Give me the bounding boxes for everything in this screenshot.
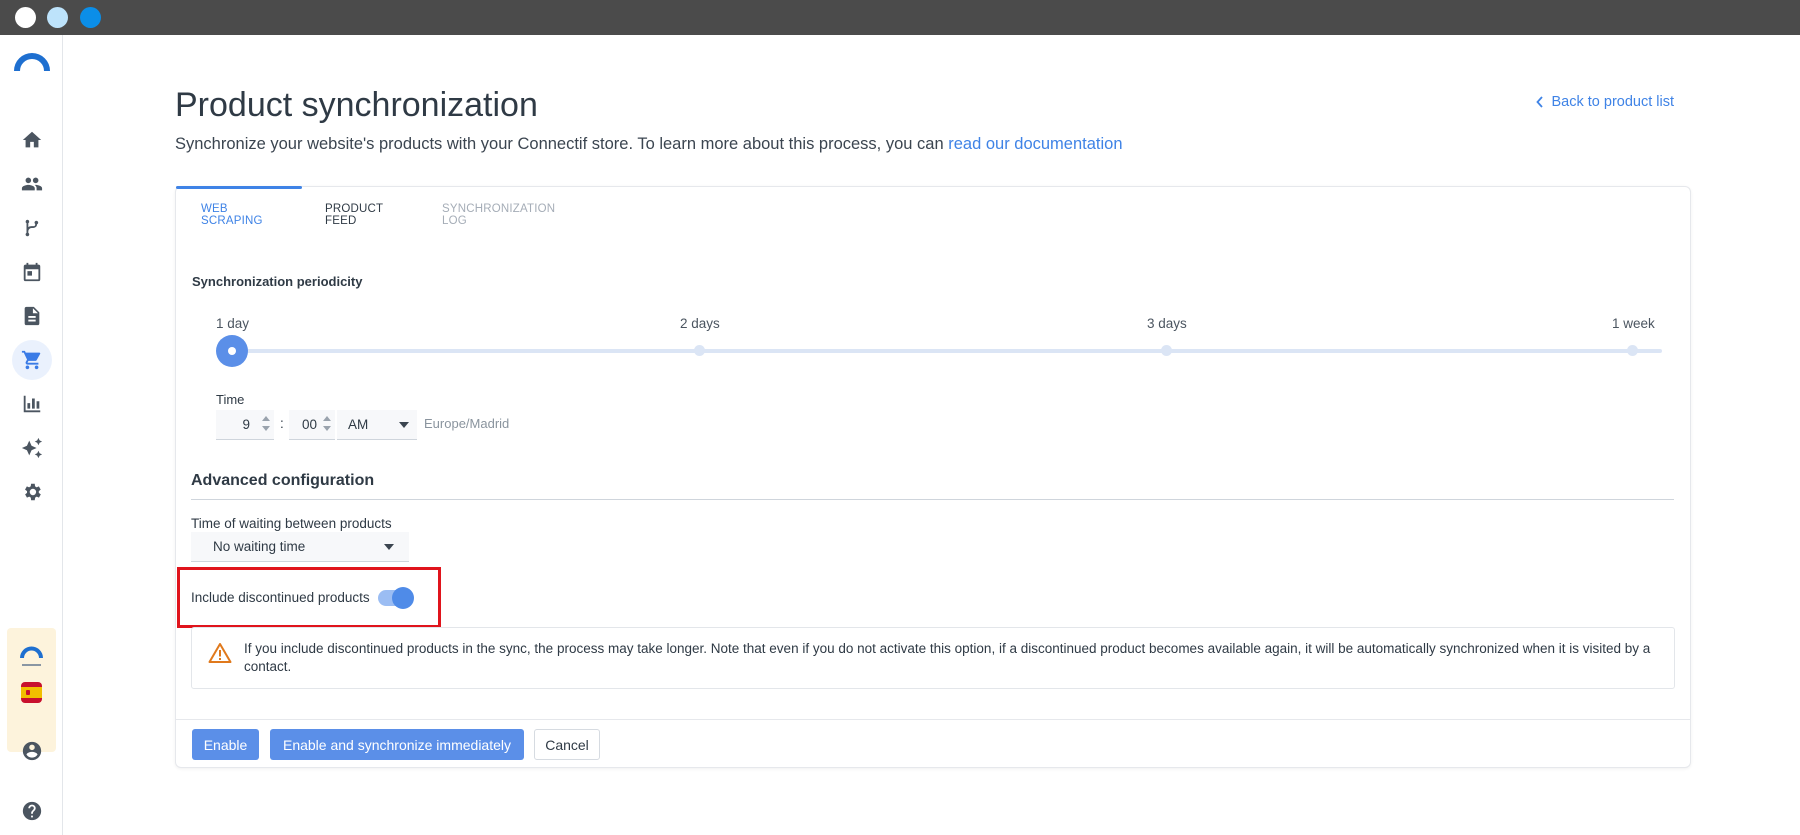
period-option-2-days[interactable]: 2 days <box>680 316 720 331</box>
cart-icon[interactable] <box>12 340 52 380</box>
section-divider <box>191 499 1674 500</box>
period-option-1-week[interactable]: 1 week <box>1612 316 1655 331</box>
periodicity-slider-track[interactable] <box>232 349 1662 353</box>
content-icon[interactable] <box>12 296 52 336</box>
warning-icon <box>208 643 232 663</box>
chevron-left-icon <box>1535 96 1543 108</box>
subtitle-text: Synchronize your website's products with… <box>175 135 949 153</box>
ampm-select[interactable]: AM <box>337 410 417 440</box>
ai-sparkle-icon[interactable] <box>12 428 52 468</box>
connectif-logo[interactable] <box>14 51 50 75</box>
time-label: Time <box>216 392 245 407</box>
hour-value: 9 <box>242 417 250 432</box>
home-icon[interactable] <box>12 120 52 160</box>
page-title: Product synchronization <box>175 86 538 124</box>
active-tab-indicator <box>176 186 302 189</box>
slider-stop[interactable] <box>1161 345 1172 356</box>
period-option-1-day[interactable]: 1 day <box>216 316 249 331</box>
periodicity-slider-thumb[interactable] <box>216 335 248 367</box>
settings-icon[interactable] <box>12 472 52 512</box>
timezone-label: Europe/Madrid <box>424 416 510 431</box>
back-link-label: Back to product list <box>1551 94 1675 110</box>
contacts-icon[interactable] <box>12 164 52 204</box>
cancel-button[interactable]: Cancel <box>534 729 600 760</box>
window-close-button[interactable] <box>15 7 36 28</box>
tab-web-scraping[interactable]: WEB SCRAPING <box>201 203 263 227</box>
advanced-configuration-title: Advanced configuration <box>191 472 375 489</box>
hour-stepper-icon[interactable] <box>262 416 270 434</box>
window-titlebar <box>0 0 1800 35</box>
slider-stop[interactable] <box>1627 345 1638 356</box>
periodicity-label: Synchronization periodicity <box>192 274 363 289</box>
chevron-down-icon <box>384 544 394 550</box>
chevron-down-icon <box>399 422 409 428</box>
minute-stepper-icon[interactable] <box>323 416 331 434</box>
tab-synchronization-log[interactable]: SYNCHRONIZATION LOG <box>442 203 555 227</box>
back-to-product-list-link[interactable]: Back to product list <box>1535 94 1675 110</box>
reports-icon[interactable] <box>12 384 52 424</box>
waiting-time-label: Time of waiting between products <box>191 516 392 531</box>
account-logo-icon <box>20 646 43 666</box>
calendar-icon[interactable] <box>12 252 52 292</box>
documentation-link[interactable]: read our documentation <box>948 135 1122 153</box>
minute-value: 00 <box>301 417 317 432</box>
sync-settings-card: WEB SCRAPING PRODUCT FEED SYNCHRONIZATIO… <box>175 186 1691 768</box>
warning-notice: If you include discontinued products in … <box>191 627 1675 689</box>
tab-product-feed[interactable]: PRODUCT FEED <box>325 203 383 227</box>
discontinued-products-label: Include discontinued products <box>191 590 370 605</box>
ampm-value: AM <box>348 417 369 432</box>
page-subtitle: Synchronize your website's products with… <box>175 135 1123 154</box>
window-minimize-button[interactable] <box>47 7 68 28</box>
slider-stop[interactable] <box>694 345 705 356</box>
warning-text: If you include discontinued products in … <box>244 641 1651 674</box>
window-maximize-button[interactable] <box>80 7 101 28</box>
time-separator: : <box>280 416 284 431</box>
waiting-time-select[interactable]: No waiting time <box>191 532 409 562</box>
hour-input[interactable]: 9 <box>216 410 274 440</box>
minute-input[interactable]: 00 <box>289 410 335 440</box>
waiting-time-value: No waiting time <box>213 539 306 554</box>
sidebar <box>0 35 63 835</box>
spain-flag-icon <box>21 682 42 703</box>
workflows-icon[interactable] <box>12 208 52 248</box>
card-footer-divider <box>176 719 1690 720</box>
period-option-3-days[interactable]: 3 days <box>1147 316 1187 331</box>
toggle-knob[interactable] <box>392 587 414 609</box>
help-icon[interactable] <box>12 791 52 831</box>
user-icon[interactable] <box>12 731 52 771</box>
enable-and-sync-button[interactable]: Enable and synchronize immediately <box>270 729 524 760</box>
enable-button[interactable]: Enable <box>192 729 259 760</box>
